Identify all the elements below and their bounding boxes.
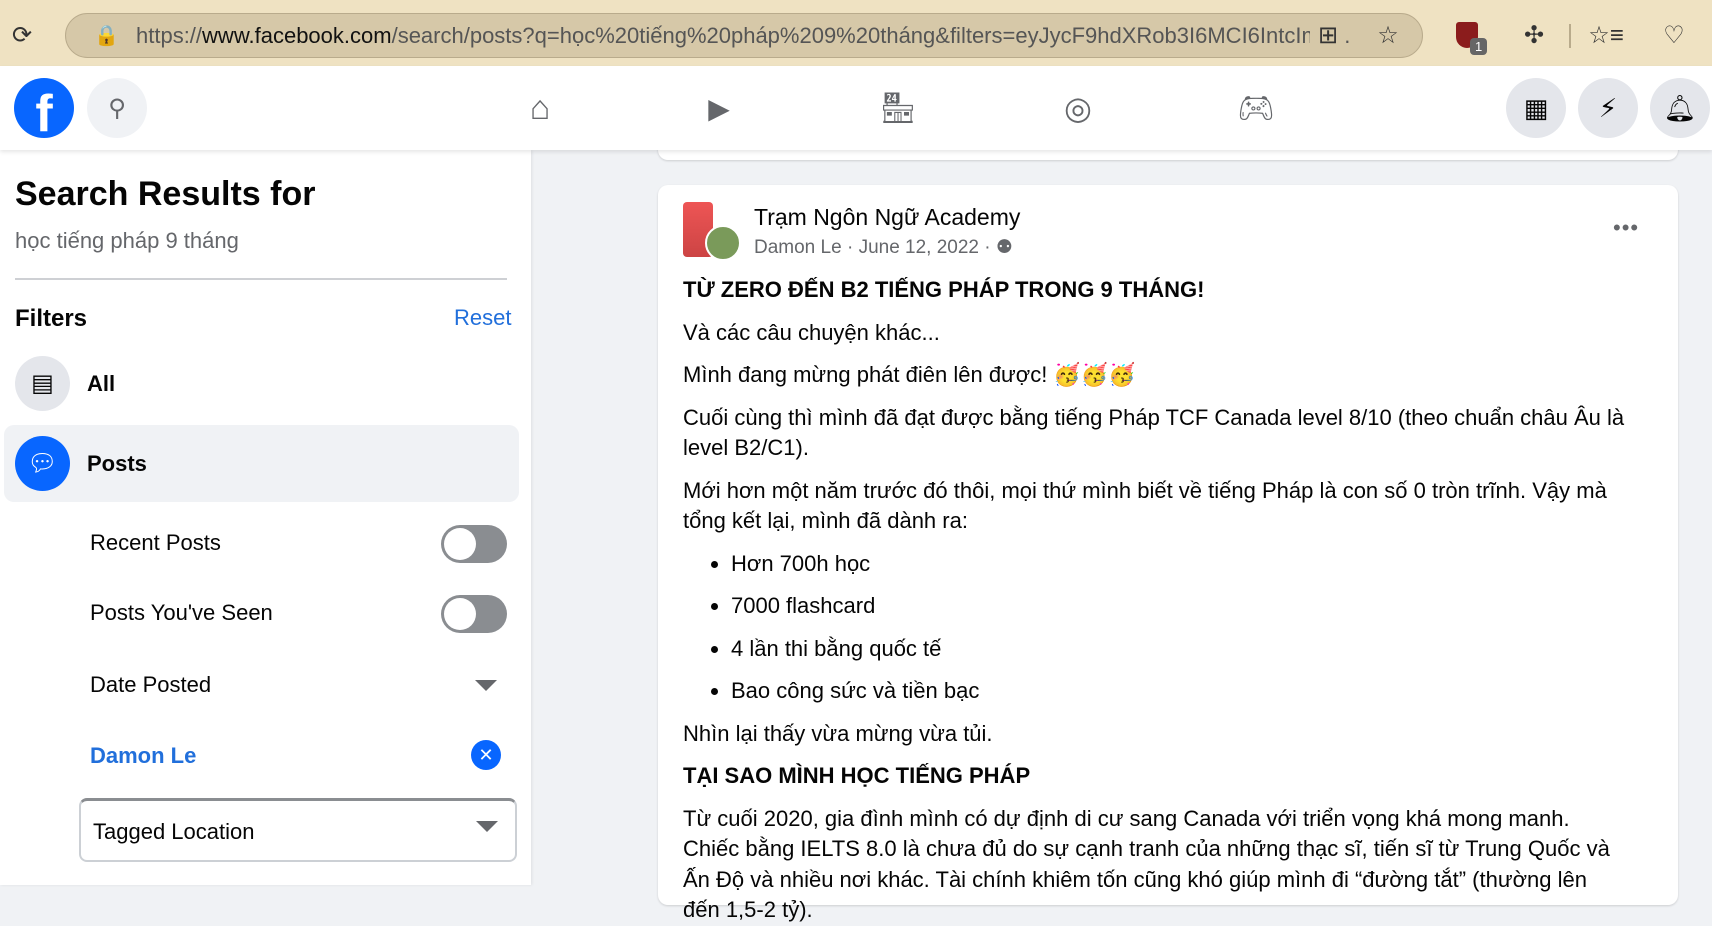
address-bar[interactable]: 🔒 https://www.facebook.com/search/posts?… bbox=[65, 13, 1423, 58]
filter-posts[interactable]: 💬︎ Posts bbox=[4, 425, 519, 502]
posts-icon: 💬︎ bbox=[15, 436, 70, 491]
lock-icon[interactable]: 🔒 bbox=[94, 23, 119, 48]
separator: · bbox=[984, 237, 991, 258]
url-prefix: https:// bbox=[136, 22, 203, 48]
url-domain: www.facebook.com bbox=[202, 22, 392, 48]
post-heading: TẠI SAO MÌNH HỌC TIẾNG PHÁP bbox=[683, 763, 1031, 788]
favorites-icon[interactable]: ☆≡ bbox=[1588, 17, 1624, 53]
post-heading: TỪ ZERO ĐẾN B2 TIẾNG PHÁP TRONG 9 THÁNG! bbox=[683, 277, 1205, 302]
facebook-header: f ⚲ ⌂ ▶ 🏪︎ ◎ 🎮︎ ▦ ⚡ 🔔︎ bbox=[0, 66, 1712, 150]
filter-label: All bbox=[87, 371, 116, 396]
list-item: 4 lần thi bằng quốc tế bbox=[731, 634, 1676, 665]
more-options-icon[interactable]: ••• bbox=[1613, 215, 1639, 241]
search-sidebar: Search Results for học tiếng pháp 9 thán… bbox=[0, 150, 531, 885]
search-query: học tiếng pháp 9 tháng bbox=[15, 228, 239, 253]
author-link[interactable]: Damon Le bbox=[754, 237, 842, 258]
extensions-icon[interactable]: ✣ bbox=[1516, 17, 1552, 53]
menu-grid-icon[interactable]: ▦ bbox=[1506, 78, 1566, 138]
post-card: Trạm Ngôn Ngữ Academy Damon Le · June 12… bbox=[658, 185, 1678, 922]
split-screen-icon[interactable]: ⊞ bbox=[1310, 17, 1346, 53]
post-paragraph: Và các câu chuyện khác... bbox=[683, 319, 940, 345]
favorite-star-icon[interactable]: ☆ bbox=[1370, 17, 1406, 53]
post-paragraph: Nhìn lại thấy vừa mừng vừa tủi. bbox=[683, 720, 993, 746]
list-item: 7000 flashcard bbox=[731, 591, 1676, 622]
posts-seen-toggle[interactable] bbox=[441, 595, 507, 633]
separator: · bbox=[846, 237, 854, 258]
gaming-icon[interactable]: 🎮︎ bbox=[1226, 78, 1286, 138]
tagged-location-dropdown[interactable]: Tagged Location bbox=[79, 798, 517, 862]
refresh-icon[interactable]: ⟳ bbox=[4, 17, 40, 53]
video-icon[interactable]: ▶ bbox=[689, 78, 749, 138]
date-posted-dropdown[interactable]: Date Posted bbox=[90, 672, 211, 698]
browser-toolbar: ⟳ 🔒 https://www.facebook.com/search/post… bbox=[0, 0, 1712, 66]
post-paragraph: Cuối cùng thì mình đã đạt được bằng tiến… bbox=[683, 404, 1625, 461]
post-date-link[interactable]: June 12, 2022 bbox=[859, 237, 979, 258]
clear-author-icon[interactable]: ✕ bbox=[471, 740, 501, 770]
audience-group-icon: ⚉ bbox=[995, 237, 1013, 258]
marketplace-icon[interactable]: 🏪︎ bbox=[868, 78, 928, 138]
chevron-down-icon bbox=[476, 821, 498, 832]
filter-all[interactable]: ▤ All bbox=[4, 348, 519, 420]
browser-essentials-icon[interactable]: ♡ bbox=[1656, 17, 1692, 53]
post-list: Hơn 700h học 7000 flashcard 4 lần thi bằ… bbox=[683, 549, 1678, 707]
facebook-logo[interactable]: f bbox=[14, 78, 74, 138]
page-title: Search Results for bbox=[15, 175, 316, 213]
author-avatar[interactable] bbox=[705, 225, 741, 261]
home-icon[interactable]: ⌂ bbox=[510, 78, 570, 138]
extension-badge: 1 bbox=[1470, 38, 1488, 55]
post-paragraph: Từ cuối 2020, gia đình mình có dự định d… bbox=[683, 805, 1610, 923]
messenger-icon[interactable]: ⚡ bbox=[1578, 78, 1638, 138]
post-body: TỪ ZERO ĐẾN B2 TIẾNG PHÁP TRONG 9 THÁNG!… bbox=[683, 185, 1678, 926]
posts-seen-label: Posts You've Seen bbox=[90, 600, 273, 625]
post-paragraph: Mình đang mừng phát điên lên được! 🥳🥳🥳 bbox=[683, 362, 1136, 387]
chevron-down-icon[interactable] bbox=[475, 680, 497, 691]
filters-heading: Filters bbox=[15, 305, 88, 332]
list-item: Bao công sức và tiền bạc bbox=[731, 676, 1676, 707]
recent-posts-label: Recent Posts bbox=[90, 530, 221, 555]
post-paragraph: Mới hơn một năm trước đó thôi, mọi thứ m… bbox=[683, 477, 1607, 534]
notifications-bell-icon[interactable]: 🔔︎ bbox=[1650, 78, 1710, 138]
list-item: Hơn 700h học bbox=[731, 549, 1676, 580]
filter-label: Posts bbox=[87, 451, 147, 476]
recent-posts-toggle[interactable] bbox=[441, 525, 507, 563]
search-icon[interactable]: ⚲ bbox=[87, 78, 147, 138]
tagged-location-label: Tagged Location bbox=[93, 819, 255, 844]
divider bbox=[15, 278, 507, 280]
divider bbox=[1569, 24, 1571, 48]
groups-icon[interactable]: ◎ bbox=[1048, 78, 1108, 138]
all-results-icon: ▤ bbox=[15, 356, 70, 411]
author-filter-value[interactable]: Damon Le bbox=[90, 743, 196, 769]
reset-filters-link[interactable]: Reset bbox=[454, 305, 511, 331]
url-path: /search/posts?q=học%20tiếng%20pháp%209%2… bbox=[391, 22, 1351, 48]
page-name-link[interactable]: Trạm Ngôn Ngữ Academy bbox=[754, 204, 1020, 231]
